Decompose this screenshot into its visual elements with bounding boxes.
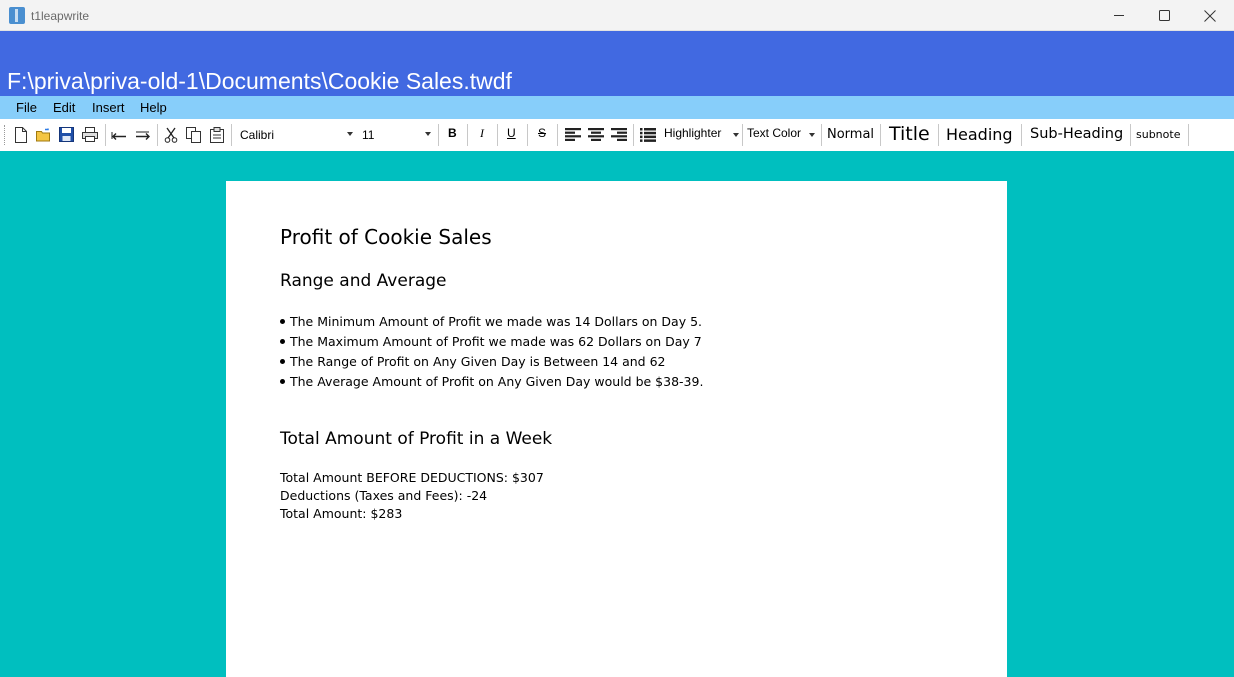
toolbar-separator <box>157 124 158 146</box>
italic-button[interactable]: I <box>480 126 484 141</box>
text-line: Deductions (Taxes and Fees): -24 <box>280 488 488 503</box>
bold-button[interactable]: B <box>448 126 457 140</box>
menu-edit[interactable]: Edit <box>53 100 75 115</box>
new-document-button[interactable] <box>12 126 29 143</box>
chevron-down-icon <box>733 133 739 137</box>
font-size-select[interactable]: 11 <box>359 124 435 145</box>
chevron-down-icon <box>425 132 431 136</box>
list-item: The Range of Profit on Any Given Day is … <box>280 354 666 369</box>
print-icon <box>81 127 98 142</box>
align-right-icon <box>610 128 627 141</box>
save-icon <box>59 127 74 142</box>
list-item: The Minimum Amount of Profit we made was… <box>280 314 702 329</box>
maximize-icon <box>1158 10 1170 21</box>
style-heading-button[interactable]: Heading <box>946 125 1013 144</box>
bullet-icon <box>280 339 285 344</box>
toolbar-separator <box>497 124 498 146</box>
font-family-select[interactable]: Calibri <box>237 124 357 145</box>
toolbar-grip[interactable] <box>4 125 7 145</box>
menu-insert[interactable]: Insert <box>92 100 125 115</box>
save-button[interactable] <box>58 126 75 143</box>
menu-bar: File Edit Insert Help <box>0 96 1234 119</box>
text-line: Total Amount BEFORE DEDUCTIONS: $307 <box>280 470 544 485</box>
toolbar-separator <box>1021 124 1022 146</box>
toolbar-separator <box>527 124 528 146</box>
chevron-down-icon <box>347 132 353 136</box>
section-heading-range-average: Range and Average <box>280 271 447 291</box>
bullet-list-button[interactable] <box>639 126 656 143</box>
style-title-button[interactable]: Title <box>889 123 930 145</box>
text-color-dropdown[interactable]: Text Color <box>747 126 801 140</box>
bullet-icon <box>280 359 285 364</box>
paste-button[interactable] <box>208 126 225 143</box>
open-button[interactable] <box>35 126 52 143</box>
menu-file[interactable]: File <box>16 100 37 115</box>
window-titlebar[interactable]: t1leapwrite <box>0 0 1234 31</box>
font-size-value: 11 <box>362 127 375 142</box>
window-title: t1leapwrite <box>31 9 90 23</box>
toolbar-separator <box>231 124 232 146</box>
file-path-bar: F:\priva\priva-old-1\Documents\Cookie Sa… <box>0 31 1234 96</box>
text-line: Total Amount: $283 <box>280 506 403 521</box>
style-subnote-button[interactable]: subnote <box>1136 128 1180 141</box>
toolbar-separator <box>438 124 439 146</box>
align-left-icon <box>564 128 581 141</box>
chevron-down-icon <box>809 133 815 137</box>
toolbar-separator <box>633 124 634 146</box>
redo-icon <box>135 131 150 140</box>
bullet-icon <box>280 379 285 384</box>
toolbar-separator <box>467 124 468 146</box>
bullet-list-icon <box>639 127 656 142</box>
document-page[interactable]: Profit of Cookie Sales Range and Average… <box>226 181 1007 677</box>
paste-icon <box>209 126 224 143</box>
minimize-icon <box>1113 15 1124 16</box>
align-center-button[interactable] <box>587 126 604 143</box>
toolbar-separator <box>557 124 558 146</box>
new-document-icon <box>14 126 27 143</box>
list-item: The Average Amount of Profit on Any Give… <box>280 374 703 389</box>
align-right-button[interactable] <box>610 126 627 143</box>
open-folder-icon <box>35 128 50 141</box>
align-center-icon <box>587 128 604 141</box>
align-left-button[interactable] <box>564 126 581 143</box>
print-button[interactable] <box>81 126 98 143</box>
toolbar-separator <box>105 124 106 146</box>
cut-icon <box>164 127 177 143</box>
toolbar-separator <box>938 124 939 146</box>
document-title: Profit of Cookie Sales <box>280 225 492 249</box>
underline-button[interactable]: U <box>507 126 516 140</box>
toolbar-separator <box>1188 124 1189 146</box>
toolbar-separator <box>1130 124 1131 146</box>
copy-button[interactable] <box>185 126 202 143</box>
undo-icon <box>111 131 126 140</box>
section-heading-total-profit: Total Amount of Profit in a Week <box>280 429 553 449</box>
cut-button[interactable] <box>162 126 179 143</box>
toolbar-separator <box>742 124 743 146</box>
file-path: F:\priva\priva-old-1\Documents\Cookie Sa… <box>7 68 512 94</box>
style-subheading-button[interactable]: Sub-Heading <box>1030 126 1123 142</box>
strikethrough-button[interactable]: S <box>538 126 546 140</box>
list-item: The Maximum Amount of Profit we made was… <box>280 334 702 349</box>
maximize-button[interactable] <box>1141 0 1187 31</box>
bullet-icon <box>280 319 285 324</box>
copy-icon <box>186 126 201 143</box>
menu-help[interactable]: Help <box>140 100 167 115</box>
redo-button[interactable] <box>134 126 151 143</box>
toolbar: Calibri 11 B I U S Highlighter Text Colo… <box>0 119 1234 151</box>
font-family-value: Calibri <box>240 127 275 142</box>
close-button[interactable] <box>1187 0 1233 31</box>
undo-button[interactable] <box>110 126 127 143</box>
close-icon <box>1204 9 1216 22</box>
app-icon <box>9 7 25 24</box>
minimize-button[interactable] <box>1096 0 1142 31</box>
style-normal-button[interactable]: Normal <box>827 127 874 142</box>
toolbar-separator <box>880 124 881 146</box>
highlighter-dropdown[interactable]: Highlighter <box>664 126 721 140</box>
toolbar-separator <box>821 124 822 146</box>
